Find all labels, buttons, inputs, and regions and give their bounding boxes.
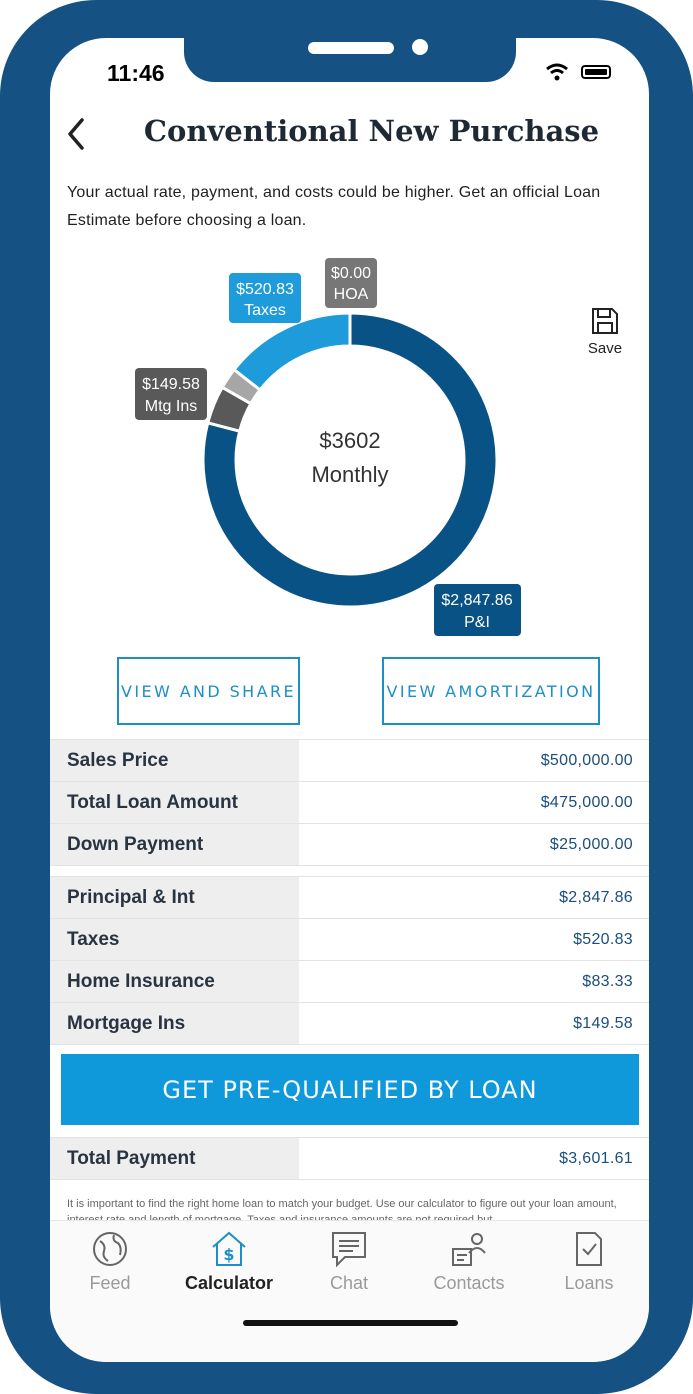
- donut-slices: [201, 311, 499, 609]
- save-button[interactable]: Save: [580, 306, 630, 357]
- tab-feed[interactable]: Feed: [50, 1229, 170, 1294]
- label-hoa: $0.00 HOA: [325, 258, 377, 308]
- total-label: Total Payment: [50, 1138, 299, 1179]
- label-mtg-ins: $149.58 Mtg Ins: [135, 368, 207, 420]
- row-value: $2,847.86: [559, 888, 633, 906]
- loan-summary-table: Sales Price $500,000.00 Total Loan Amoun…: [50, 739, 649, 866]
- label-pi-name: P&I: [464, 614, 490, 631]
- slice-taxes: [231, 311, 352, 393]
- row-value: $83.33: [582, 972, 633, 990]
- payment-donut-chart: $3602 Monthly $520.83 Taxes $0.00 HOA $1…: [135, 258, 521, 636]
- chat-icon: [332, 1232, 366, 1268]
- fineprint-text: It is important to find the right home l…: [67, 1198, 617, 1220]
- table-row: Down Payment $25,000.00: [50, 824, 649, 866]
- disclaimer-text: Your actual rate, payment, and costs cou…: [67, 184, 601, 229]
- tab-feed-label: Feed: [89, 1273, 131, 1293]
- view-and-share-button[interactable]: VIEW AND SHARE: [117, 657, 300, 725]
- camera: [412, 39, 428, 55]
- wifi-icon: [546, 63, 568, 81]
- save-label: Save: [587, 340, 623, 357]
- row-label: Home Insurance: [50, 961, 299, 1002]
- table-row: Sales Price $500,000.00: [50, 740, 649, 782]
- payment-breakdown-table: Principal & Int $2,847.86 Taxes $520.83 …: [50, 876, 649, 1045]
- home-indicator: [243, 1320, 458, 1326]
- total-value: $3,601.61: [559, 1149, 633, 1167]
- center-label: Monthly: [311, 462, 388, 487]
- row-value: $25,000.00: [549, 835, 633, 853]
- row-value: $520.83: [573, 930, 633, 948]
- tab-calculator[interactable]: $ Calculator: [169, 1229, 289, 1294]
- floppy-disk-icon: [592, 308, 618, 334]
- row-value: $149.58: [573, 1014, 633, 1032]
- label-hoa-value: $0.00: [331, 265, 371, 282]
- row-value: $475,000.00: [540, 793, 633, 811]
- svg-text:$: $: [223, 1245, 234, 1264]
- table-row: Total Payment $3,601.61: [50, 1138, 649, 1180]
- contacts-icon: [452, 1233, 486, 1266]
- row-label: Principal & Int: [50, 877, 299, 918]
- tab-loans-label: Loans: [564, 1273, 614, 1293]
- house-dollar-icon: $: [212, 1231, 246, 1266]
- tab-chat[interactable]: Chat: [289, 1229, 409, 1294]
- table-row: Total Loan Amount $475,000.00: [50, 782, 649, 824]
- speaker: [308, 42, 394, 54]
- notch: [184, 38, 516, 82]
- table-row: Principal & Int $2,847.86: [50, 877, 649, 919]
- label-taxes-name: Taxes: [244, 302, 286, 319]
- globe-icon: [93, 1232, 127, 1266]
- total-payment-table: Total Payment $3,601.61: [50, 1137, 649, 1180]
- view-amortization-button[interactable]: VIEW AMORTIZATION: [382, 657, 600, 725]
- row-label: Down Payment: [50, 824, 299, 865]
- label-hoa-name: HOA: [334, 286, 369, 303]
- center-amount: $3602: [319, 428, 380, 453]
- table-row: Mortgage Ins $149.58: [50, 1003, 649, 1045]
- table-row: Home Insurance $83.33: [50, 961, 649, 1003]
- label-taxes: $520.83 Taxes: [229, 273, 301, 323]
- label-taxes-value: $520.83: [236, 281, 294, 298]
- document-check-icon: [576, 1232, 602, 1266]
- row-label: Sales Price: [50, 740, 299, 781]
- page-title: Conventional New Purchase: [143, 114, 600, 148]
- tab-contacts-label: Contacts: [433, 1273, 505, 1293]
- label-mtg-ins-value: $149.58: [142, 376, 200, 393]
- label-pi-value: $2,847.86: [441, 592, 512, 609]
- battery-icon: [581, 65, 611, 79]
- status-time: 11:46: [107, 60, 165, 86]
- tab-calculator-label: Calculator: [184, 1273, 274, 1293]
- label-mtg-ins-name: Mtg Ins: [145, 398, 197, 415]
- tab-contacts[interactable]: Contacts: [409, 1229, 529, 1294]
- phone-frame: 11:46 Conventional New Purchase Your act…: [0, 0, 693, 1394]
- row-value: $500,000.00: [540, 751, 633, 769]
- status-icons: [545, 63, 611, 81]
- row-label: Total Loan Amount: [50, 782, 299, 823]
- table-row: Taxes $520.83: [50, 919, 649, 961]
- screen: 11:46 Conventional New Purchase Your act…: [50, 38, 649, 1362]
- get-prequalified-button[interactable]: GET PRE-QUALIFIED BY LOAN: [61, 1054, 639, 1125]
- row-label: Mortgage Ins: [50, 1003, 299, 1044]
- tab-loans[interactable]: Loans: [529, 1229, 649, 1294]
- tab-chat-label: Chat: [329, 1273, 369, 1293]
- row-label: Taxes: [50, 919, 299, 960]
- label-pi: $2,847.86 P&I: [434, 584, 521, 636]
- tab-bar: Feed $ Calculator Chat Contacts Loans: [50, 1220, 649, 1362]
